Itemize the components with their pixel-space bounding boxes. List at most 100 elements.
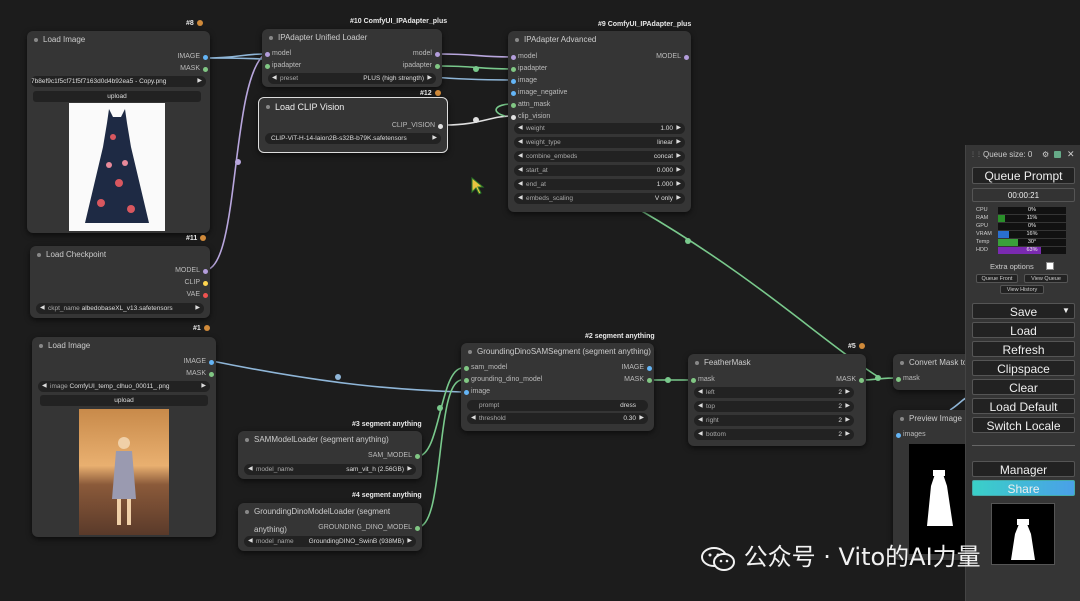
mask-input-label: mask bbox=[896, 374, 920, 384]
prompt-field[interactable]: prompt dress bbox=[467, 400, 648, 411]
image-output-label: IMAGE bbox=[621, 363, 652, 373]
node-title: Load Image bbox=[32, 337, 216, 355]
node-title: IPAdapter Advanced bbox=[508, 31, 691, 49]
switch-locale-button[interactable]: Switch Locale bbox=[972, 417, 1075, 433]
close-icon[interactable]: ✕ bbox=[1067, 149, 1075, 160]
node-graph-canvas[interactable]: #8 Load Image IMAGE MASK 7b8ef9c1f5cf71f… bbox=[0, 0, 1080, 601]
ipadapter-widget-5[interactable]: ◀ embeds_scaling V only ▶ bbox=[514, 193, 685, 204]
threshold-field[interactable]: ◀ threshold 0.30 ▶ bbox=[467, 413, 648, 424]
manager-button[interactable]: Manager bbox=[972, 461, 1075, 477]
queue-prompt-button[interactable]: Queue Prompt bbox=[972, 167, 1075, 184]
convert-mask-node[interactable]: Convert Mask to mask bbox=[893, 354, 973, 390]
mouse-cursor-icon bbox=[471, 176, 485, 195]
watermark-text: 公众号 · Vito的AI力量 bbox=[743, 543, 981, 571]
load-image-node-2[interactable]: Load Image IMAGE MASK ◀ image ComfyUI_tem… bbox=[32, 337, 216, 537]
clear-button[interactable]: Clear bbox=[972, 379, 1075, 395]
image-icon[interactable] bbox=[1054, 151, 1061, 158]
preset-select[interactable]: ◀ preset PLUS (high strength) ▶ bbox=[268, 73, 436, 84]
clip-vision-select[interactable]: CLIP-ViT-H-14-laion2B-s32B-b79K.safetens… bbox=[265, 133, 441, 144]
ipadapter-output-label: ipadapter bbox=[403, 61, 440, 71]
ipadapter-unified-loader-node[interactable]: IPAdapter Unified Loader model ipadapter… bbox=[262, 29, 442, 87]
save-button[interactable]: Save bbox=[972, 303, 1075, 319]
clipspace-button[interactable]: Clipspace bbox=[972, 360, 1075, 376]
load-image-node-1[interactable]: Load Image IMAGE MASK 7b8ef9c1f5cf71f5f7… bbox=[27, 31, 210, 233]
grounding-dino-output-label: GROUNDING_DINO_MODEL bbox=[318, 523, 420, 533]
sam-model-output-label: SAM_MODEL bbox=[368, 451, 420, 461]
sam-model-loader-node[interactable]: SAMModelLoader (segment anything) SAM_MO… bbox=[238, 431, 422, 479]
preview-thumbnail bbox=[991, 503, 1055, 565]
feather-widget-1[interactable]: ◀ top 2 ▶ bbox=[694, 401, 854, 412]
feather-mask-node[interactable]: FeatherMask mask MASK ◀ left 2 ▶ ◀ top 2 ▶ ◀ righ… bbox=[688, 354, 866, 446]
load-button[interactable]: Load bbox=[972, 322, 1075, 338]
node-title: GroundingDinoSAMSegment (segment anythin… bbox=[461, 343, 654, 361]
timer-display: 00:00:21 bbox=[972, 188, 1075, 202]
wechat-watermark: 公众号 · Vito的AI力量 bbox=[700, 537, 981, 572]
node-id-label: #9 ComfyUI_IPAdapter_plus bbox=[598, 21, 692, 28]
ipadapter-input-3: image_negative bbox=[511, 88, 567, 98]
feather-widget-2[interactable]: ◀ right 2 ▶ bbox=[694, 415, 854, 426]
clip-vision-output-label: CLIP_VISION bbox=[392, 121, 443, 131]
node-id-label: #2 segment anything bbox=[585, 333, 655, 340]
ipadapter-widget-3[interactable]: ◀ start_at 0.000 ▶ bbox=[514, 165, 685, 176]
share-button[interactable]: Share bbox=[972, 480, 1075, 496]
node-title: FeatherMask bbox=[688, 354, 866, 372]
dress-image-preview bbox=[69, 103, 165, 231]
ipadapter-widget-4[interactable]: ◀ end_at 1.000 ▶ bbox=[514, 179, 685, 190]
image-output-label: IMAGE bbox=[177, 52, 208, 62]
feather-widget-3[interactable]: ◀ bottom 2 ▶ bbox=[694, 429, 854, 440]
node-id-label: #3 segment anything bbox=[352, 421, 422, 428]
grounding-dino-input-label: grounding_dino_model bbox=[464, 375, 542, 385]
mask-output-label: MASK bbox=[624, 375, 652, 385]
refresh-button[interactable]: Refresh bbox=[972, 341, 1075, 357]
upload-button[interactable]: upload bbox=[33, 91, 201, 102]
ipadapter-advanced-node[interactable]: IPAdapter Advanced MODEL model ipadapter i… bbox=[508, 31, 691, 212]
queue-size-label: Queue size: 0 bbox=[983, 150, 1033, 159]
node-id-label: #12 bbox=[420, 90, 441, 97]
view-history-button[interactable]: View History bbox=[1000, 285, 1044, 294]
load-clip-vision-node[interactable]: Load CLIP Vision CLIP_VISION CLIP-ViT-H-… bbox=[258, 97, 448, 153]
node-id-label: #1 bbox=[193, 325, 210, 332]
ipadapter-widget-0[interactable]: ◀ weight 1.00 ▶ bbox=[514, 123, 685, 134]
stat-temp: Temp 30° bbox=[976, 239, 1066, 246]
queue-front-button[interactable]: Queue Front bbox=[976, 274, 1018, 283]
load-default-button[interactable]: Load Default bbox=[972, 398, 1075, 414]
person-photo-preview bbox=[79, 409, 169, 535]
node-title: Preview Image bbox=[893, 410, 973, 428]
ipadapter-input-label: ipadapter bbox=[265, 61, 301, 71]
dino-model-name-select[interactable]: ◀ model_name GroundingDINO_SwinB (938MB) ▶ bbox=[244, 536, 416, 547]
ipadapter-input-4: attn_mask bbox=[511, 100, 550, 110]
drag-handle-icon[interactable]: ⋮⋮ bbox=[970, 151, 982, 158]
wechat-icon bbox=[700, 546, 736, 571]
image-file-select[interactable]: 7b8ef9c1f5cf71f5f7163d0d4b92ea5 - Copy.p… bbox=[31, 76, 206, 87]
load-checkpoint-node[interactable]: Load Checkpoint MODEL CLIP VAE ◀ ckpt_nam… bbox=[30, 246, 210, 318]
ipadapter-input-5: clip_vision bbox=[511, 112, 550, 122]
vae-output-label: VAE bbox=[187, 290, 208, 300]
model-output-label: MODEL bbox=[175, 266, 208, 276]
image-file-select[interactable]: ◀ image ComfyUI_temp_clhuo_00011_.png ▶ bbox=[38, 381, 210, 392]
gear-icon[interactable]: ⚙ bbox=[1042, 150, 1049, 159]
stat-ram: RAM 11% bbox=[976, 215, 1066, 222]
upload-button[interactable]: upload bbox=[40, 395, 208, 406]
ckpt-name-select[interactable]: ◀ ckpt_name albedobaseXL_v13.safetensors ▶ bbox=[36, 303, 204, 314]
ipadapter-widget-1[interactable]: ◀ weight_type linear ▶ bbox=[514, 137, 685, 148]
node-id-label: #10 ComfyUI_IPAdapter_plus bbox=[350, 18, 448, 25]
view-queue-button[interactable]: View Queue bbox=[1024, 274, 1068, 283]
grounding-dino-sam-segment-node[interactable]: GroundingDinoSAMSegment (segment anythin… bbox=[461, 343, 654, 431]
feather-widget-0[interactable]: ◀ left 2 ▶ bbox=[694, 387, 854, 398]
extra-options-checkbox[interactable] bbox=[1046, 262, 1054, 270]
node-title: Convert Mask to bbox=[893, 354, 973, 372]
queue-side-panel: ⋮⋮ Queue size: 0 ⚙ ✕ Queue Prompt 00:00:… bbox=[965, 145, 1080, 601]
mask-output-label: MASK bbox=[186, 369, 214, 379]
image-input-label: image bbox=[464, 387, 490, 397]
images-input-label: images bbox=[896, 430, 926, 440]
extra-options-label: Extra options bbox=[990, 262, 1034, 271]
grounding-dino-model-loader-node[interactable]: GroundingDinoModelLoader (segment anythi… bbox=[238, 503, 422, 551]
sam-model-name-select[interactable]: ◀ model_name sam_vit_h (2.56GB) ▶ bbox=[244, 464, 416, 475]
clip-output-label: CLIP bbox=[184, 278, 208, 288]
save-dropdown-arrow-icon[interactable]: ▼ bbox=[1062, 306, 1070, 315]
node-id-label: #5 bbox=[848, 343, 865, 350]
model-output-label: model bbox=[413, 49, 440, 59]
ipadapter-widget-2[interactable]: ◀ combine_embeds concat ▶ bbox=[514, 151, 685, 162]
ipadapter-input-0: model bbox=[511, 52, 537, 62]
mask-output-label: MASK bbox=[180, 64, 208, 74]
